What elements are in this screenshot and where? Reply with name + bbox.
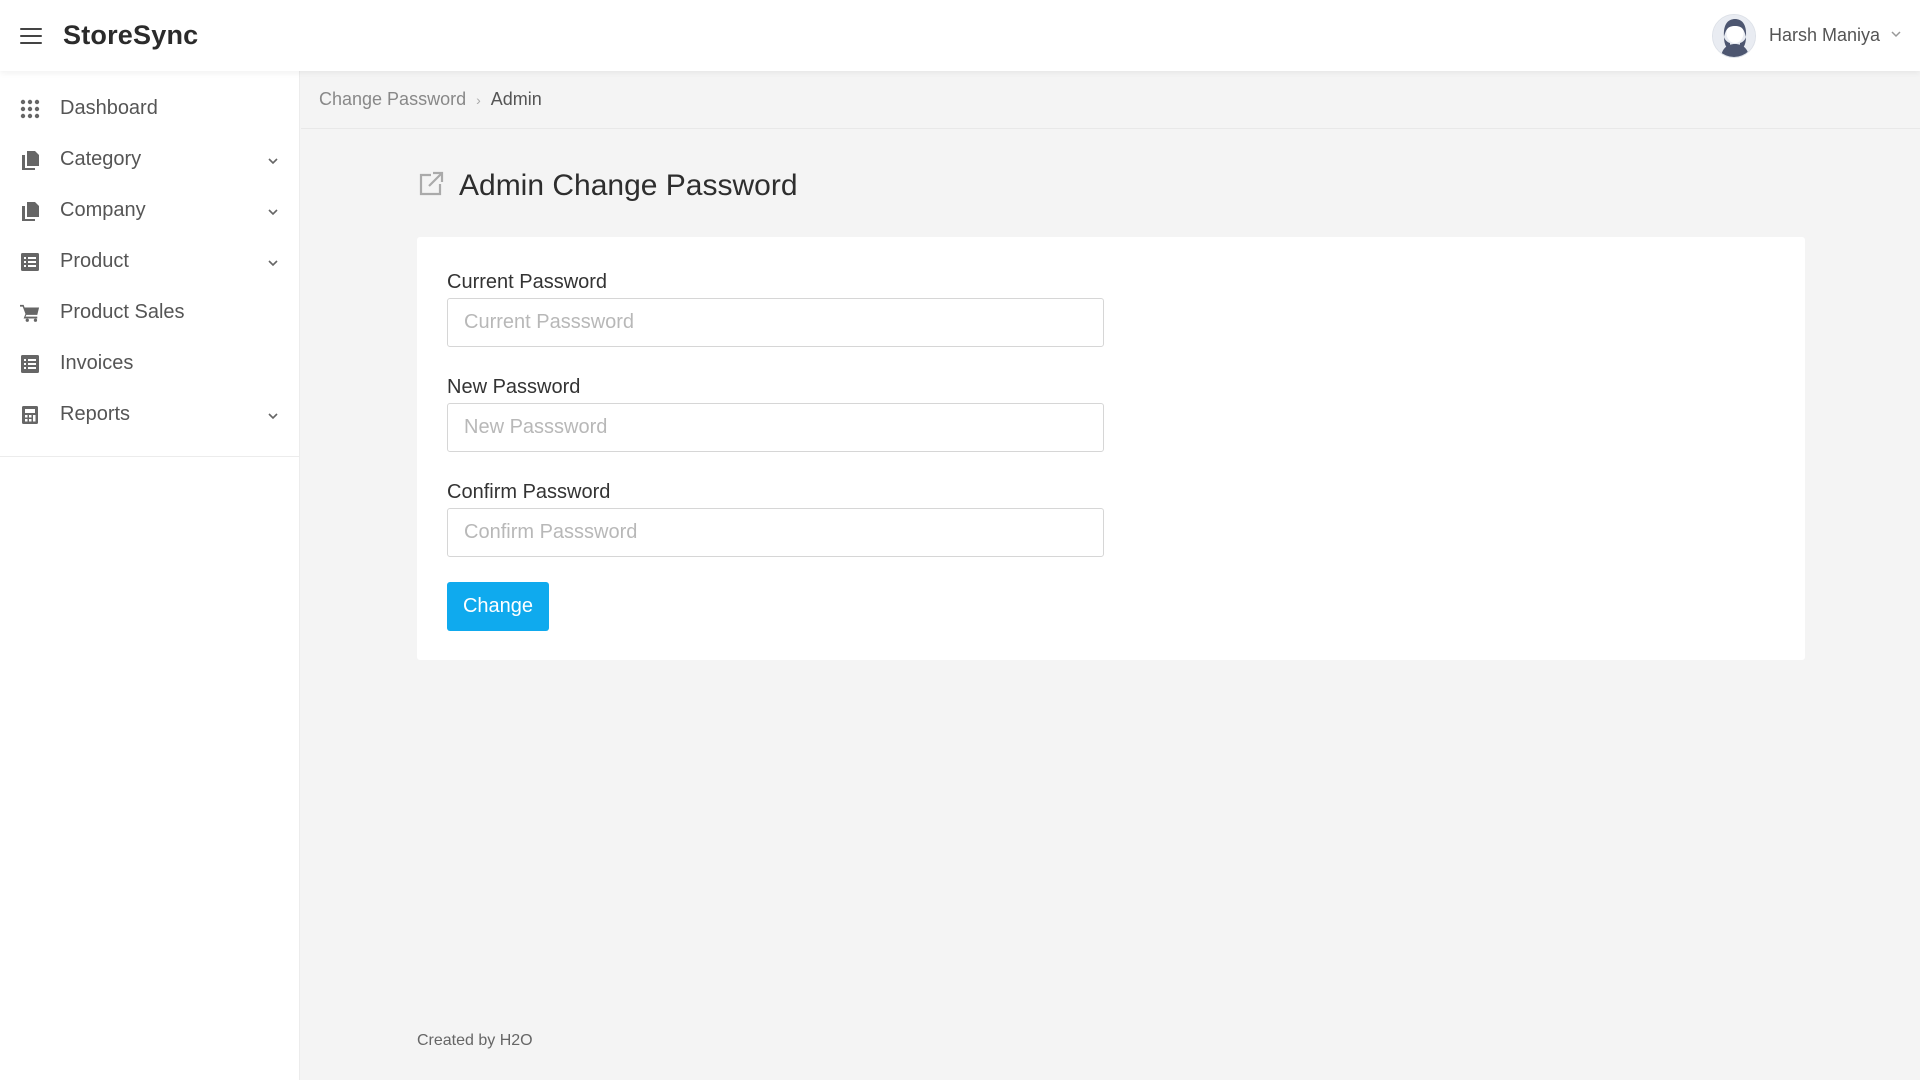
sidebar-item-product[interactable]: Product [0,236,299,287]
sidebar-item-product-sales[interactable]: Product Sales [0,287,299,338]
sidebar-item-label: Product [60,250,129,272]
sidebar-menu: Dashboard Category Company Product Produ… [0,71,299,457]
change-button[interactable]: Change [447,582,549,631]
cart-icon [20,303,40,323]
new-password-label: New Password [447,376,581,398]
list-icon [20,252,40,272]
new-password-field[interactable] [447,403,1104,452]
current-password-field[interactable] [447,298,1104,347]
sidebar-item-label: Category [60,148,142,170]
sidebar-item-label: Reports [60,403,131,425]
sidebar-item-label: Product Sales [60,301,185,323]
external-link-icon [417,170,445,203]
sidebar-item-category[interactable]: Category [0,134,299,185]
chevron-down-icon[interactable] [267,154,279,166]
sidebar-item-label: Invoices [60,352,134,374]
current-password-label: Current Password [447,271,608,293]
chevron-down-icon[interactable] [267,205,279,217]
chevron-down-icon[interactable] [267,256,279,268]
app-brand[interactable]: StoreSync [63,20,198,51]
sidebar: Dashboard Category Company Product Produ… [0,71,300,1080]
footer-credit: Created by H2O [417,1032,533,1049]
list-icon [20,354,40,374]
user-name[interactable]: Harsh Maniya [1769,25,1880,46]
breadcrumb: Change Password › Admin [301,71,1920,129]
page-title: Admin Change Password [459,169,798,202]
page-header: Admin Change Password [417,169,798,203]
menu-toggle-icon[interactable] [20,27,42,44]
copy-icon [20,201,40,221]
grid-icon [20,99,40,119]
user-menu[interactable]: Harsh Maniya [1711,0,1902,71]
chevron-down-icon[interactable] [1890,28,1902,43]
top-navbar: StoreSync Harsh Maniya [0,0,1920,71]
breadcrumb-current: Admin [490,89,542,109]
sidebar-item-company[interactable]: Company [0,185,299,236]
sidebar-item-label: Dashboard [60,97,158,119]
sidebar-item-reports[interactable]: Reports [0,389,299,440]
breadcrumb-link[interactable]: Change Password [319,89,466,110]
sidebar-item-label: Company [60,199,146,221]
change-password-card: Current Password New Password Confirm Pa… [417,237,1805,660]
confirm-password-field[interactable] [447,508,1104,557]
calculator-icon [20,405,40,425]
breadcrumb-separator-icon: › [476,91,481,108]
confirm-password-label: Confirm Password [447,481,611,503]
main-content: Change Password › Admin Admin Change Pas… [301,71,1920,1080]
avatar [1711,13,1756,58]
copy-icon [20,150,40,170]
chevron-down-icon[interactable] [267,409,279,421]
sidebar-item-invoices[interactable]: Invoices [0,338,299,389]
sidebar-item-dashboard[interactable]: Dashboard [0,83,299,134]
